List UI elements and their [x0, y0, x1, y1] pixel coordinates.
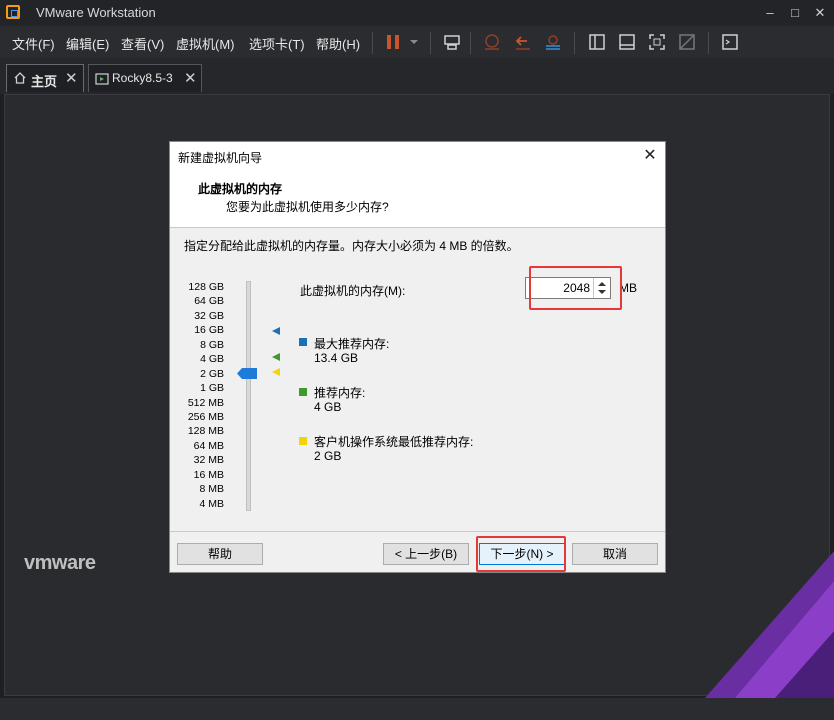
tab-home-label: 主页	[31, 74, 58, 89]
close-button[interactable]: ✕	[808, 3, 832, 23]
menu-view[interactable]: 查看(V)	[121, 34, 164, 53]
dialog-header: 此虚拟机的内存 您要为此虚拟机使用多少内存?	[170, 170, 665, 228]
memory-label: 此虚拟机的内存(M):	[300, 284, 406, 298]
snapshot-icon[interactable]	[482, 32, 502, 52]
dialog-title: 新建虚拟机向导	[178, 151, 263, 165]
tab-bar: 主页 ✕ Rocky8.5-3 ✕	[0, 58, 834, 94]
scale-label: 32 MB	[193, 454, 224, 466]
toolbar-separator	[372, 32, 373, 54]
scale-label: 64 GB	[194, 295, 224, 307]
toolbar-separator	[574, 32, 575, 54]
close-icon[interactable]: ✕	[184, 69, 197, 87]
highlight-box	[476, 536, 566, 572]
menu-edit[interactable]: 编辑(E)	[66, 34, 109, 53]
scale-label: 16 GB	[194, 324, 224, 336]
home-icon	[13, 71, 27, 88]
min-recommended-value: 2 GB	[314, 449, 342, 463]
fullscreen-icon[interactable]	[647, 32, 667, 52]
window-title: VMware Workstation	[36, 5, 156, 20]
console-view-icon[interactable]	[617, 32, 637, 52]
unity-icon[interactable]	[677, 32, 697, 52]
toolbar-separator	[708, 32, 709, 54]
header-title: 此虚拟机的内存	[198, 182, 283, 196]
scale-label: 128 GB	[188, 281, 224, 293]
back-button[interactable]: < 上一步(B)	[383, 543, 469, 565]
recommended-title: 推荐内存:	[314, 386, 366, 400]
scale-label: 16 MB	[193, 469, 224, 481]
tab-rocky[interactable]: Rocky8.5-3 ✕	[88, 64, 202, 92]
min-recommended-title: 客户机操作系统最低推荐内存:	[314, 435, 474, 449]
chevron-down-icon[interactable]	[406, 32, 426, 52]
scale-label: 128 MB	[187, 425, 224, 437]
highlight-box	[529, 266, 622, 310]
max-recommended-marker	[272, 327, 280, 335]
scale-label: 4 GB	[200, 353, 224, 365]
footer-divider	[170, 531, 665, 532]
max-recommended-value: 13.4 GB	[314, 351, 359, 365]
recommended-marker	[272, 353, 280, 361]
sidebar-icon[interactable]	[587, 32, 607, 52]
max-recommended-title: 最大推荐内存:	[314, 337, 390, 351]
dialog-close-icon[interactable]: ✕	[638, 145, 662, 167]
close-icon[interactable]: ✕	[65, 69, 78, 87]
scale-label: 8 MB	[199, 483, 224, 495]
tab-home[interactable]: 主页 ✕	[6, 64, 84, 92]
decorative-corner-graphic	[705, 520, 834, 698]
menu-vm[interactable]: 虚拟机(M)	[176, 34, 235, 53]
pause-icon[interactable]	[384, 32, 404, 52]
menu-file[interactable]: 文件(F)	[12, 34, 55, 53]
scale-label: 64 MB	[193, 440, 224, 452]
min-legend-swatch	[299, 437, 307, 445]
status-bar	[0, 698, 834, 720]
menu-help[interactable]: 帮助(H)	[316, 34, 360, 53]
send-keys-icon[interactable]	[442, 32, 462, 52]
tab-rocky-label: Rocky8.5-3	[112, 71, 173, 85]
maximize-button[interactable]: □	[783, 3, 807, 23]
toolbar-separator	[470, 32, 471, 54]
dialog-title-bar: 新建虚拟机向导 ✕	[170, 142, 665, 170]
scale-label: 512 MB	[187, 397, 224, 409]
memory-slider-track[interactable]	[246, 281, 251, 511]
toolbar-separator	[430, 32, 431, 54]
max-legend-swatch	[299, 338, 307, 346]
help-button[interactable]: 帮助	[177, 543, 263, 565]
vmware-brand-logo: vmware	[24, 552, 96, 574]
memory-slider-thumb[interactable]	[237, 368, 257, 379]
min-recommended-marker	[272, 368, 280, 376]
menu-tabs[interactable]: 选项卡(T)	[249, 34, 305, 53]
minimize-button[interactable]: –	[758, 3, 782, 23]
scale-label: 2 GB	[200, 368, 224, 380]
scale-label: 4 MB	[199, 498, 224, 510]
instruction-text: 指定分配给此虚拟机的内存量。内存大小必须为 4 MB 的倍数。	[184, 239, 519, 253]
header-subtitle: 您要为此虚拟机使用多少内存?	[226, 200, 389, 214]
menu-bar: 文件(F) 编辑(E) 查看(V) 虚拟机(M) 选项卡(T) 帮助(H)	[0, 26, 834, 58]
scale-label: 8 GB	[200, 339, 224, 351]
scale-label: 256 MB	[187, 411, 224, 423]
title-bar: VMware Workstation – □ ✕	[0, 0, 834, 26]
scale-label: 1 GB	[200, 382, 224, 394]
recommended-value: 4 GB	[314, 400, 342, 414]
scale-label: 32 GB	[194, 310, 224, 322]
vm-icon	[95, 72, 109, 89]
snapshot-manager-icon[interactable]	[543, 32, 563, 52]
vmware-logo-icon	[6, 5, 20, 19]
terminal-icon[interactable]	[720, 32, 740, 52]
recommended-legend-swatch	[299, 388, 307, 396]
cancel-button[interactable]: 取消	[572, 543, 658, 565]
revert-snapshot-icon[interactable]	[513, 32, 533, 52]
new-vm-wizard-dialog: 新建虚拟机向导 ✕ 此虚拟机的内存 您要为此虚拟机使用多少内存? 指定分配给此虚…	[169, 141, 666, 573]
